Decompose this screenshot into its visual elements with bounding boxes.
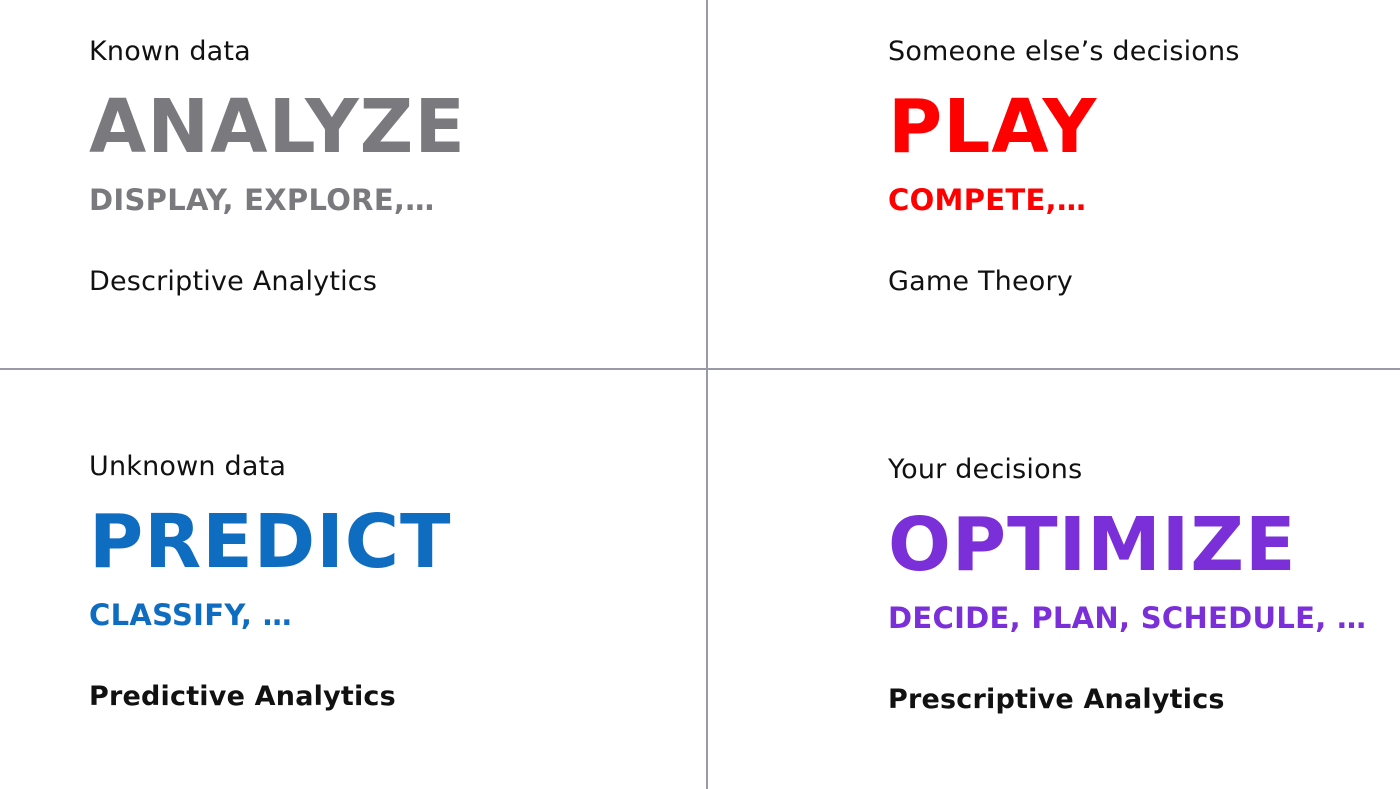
predict-subverbs: CLASSIFY, … bbox=[89, 598, 292, 632]
optimize-subverbs: DECIDE, PLAN, SCHEDULE, … bbox=[888, 601, 1367, 635]
play-verb-heading: PLAY bbox=[888, 84, 1098, 170]
horizontal-divider bbox=[0, 368, 1400, 370]
optimize-category-label: Prescriptive Analytics bbox=[888, 684, 1225, 715]
analyze-context-label: Known data bbox=[89, 36, 251, 67]
predict-category-label: Predictive Analytics bbox=[89, 681, 396, 712]
play-subverbs: COMPETE,… bbox=[888, 183, 1087, 217]
play-category-label: Game Theory bbox=[888, 266, 1073, 297]
predict-verb-heading: PREDICT bbox=[89, 499, 452, 585]
optimize-verb-heading: OPTIMIZE bbox=[888, 502, 1297, 588]
optimize-context-label: Your decisions bbox=[888, 454, 1083, 485]
analyze-verb-heading: ANALYZE bbox=[89, 84, 466, 170]
predict-context-label: Unknown data bbox=[89, 451, 287, 482]
play-context-label: Someone else’s decisions bbox=[888, 36, 1240, 67]
analytics-quadrant-slide: Known data ANALYZE DISPLAY, EXPLORE,… De… bbox=[0, 0, 1400, 789]
analyze-category-label: Descriptive Analytics bbox=[89, 266, 378, 297]
analyze-subverbs: DISPLAY, EXPLORE,… bbox=[89, 183, 435, 217]
vertical-divider bbox=[706, 0, 708, 789]
